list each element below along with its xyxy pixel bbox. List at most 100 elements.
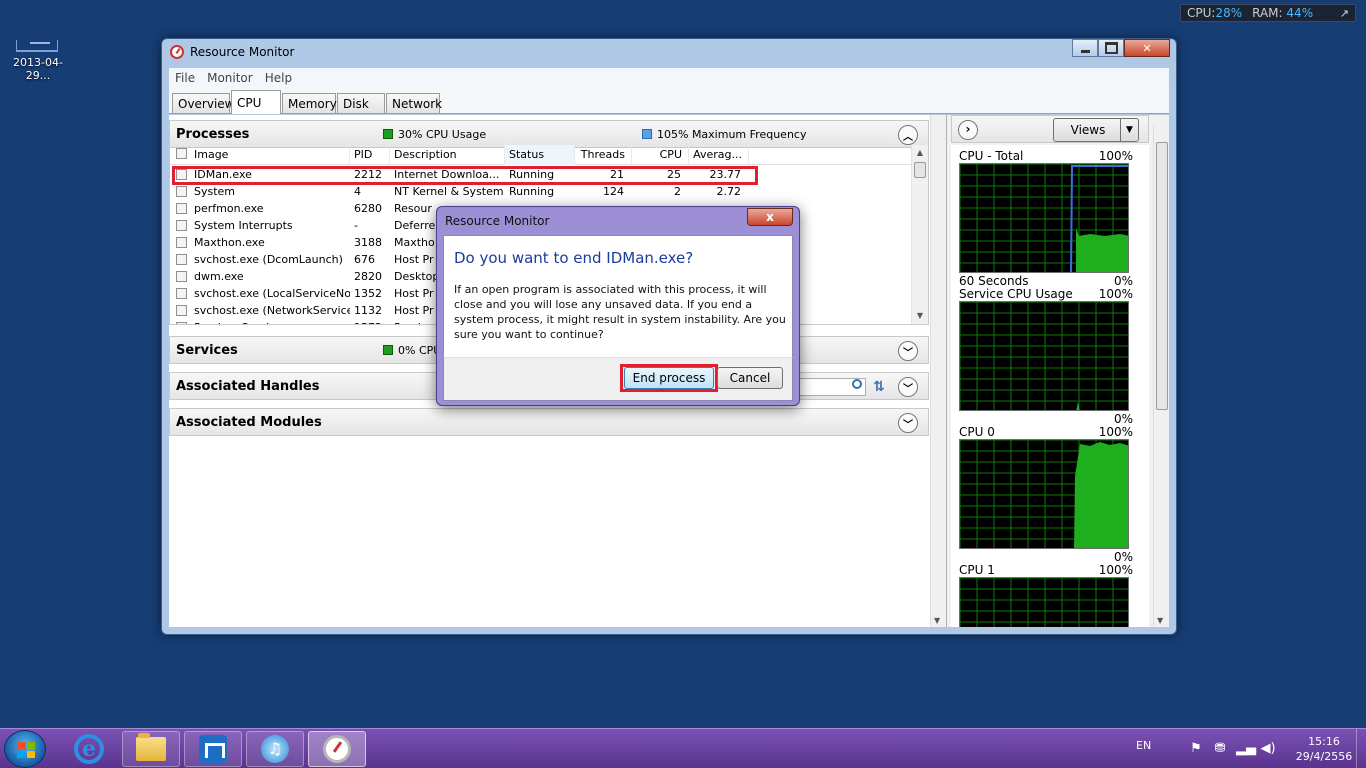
processes-header[interactable]: Processes 30% CPU Usage 105% Maximum Fre…: [169, 120, 929, 148]
tab-disk[interactable]: Disk: [337, 93, 385, 113]
column-average-cpu[interactable]: Averag...: [689, 145, 749, 165]
show-desktop-button[interactable]: [1356, 729, 1366, 768]
graph-max-label: 100%: [1098, 425, 1133, 439]
column-threads[interactable]: Threads: [575, 145, 632, 165]
taskbar-itunes[interactable]: ♫: [246, 731, 304, 767]
column-pid[interactable]: PID: [350, 145, 390, 165]
network-signal-icon[interactable]: ▂▄: [1236, 741, 1256, 757]
scroll-thumb[interactable]: [914, 162, 926, 178]
window-titlebar[interactable]: Resource Monitor ✕: [162, 39, 1176, 65]
row-checkbox[interactable]: [176, 254, 187, 265]
row-checkbox[interactable]: [176, 186, 187, 197]
menu-bar: File Monitor Help: [169, 68, 1169, 88]
row-checkbox[interactable]: [176, 203, 187, 214]
frequency-legend-icon: [642, 128, 652, 139]
row-checkbox[interactable]: [176, 220, 187, 231]
column-image[interactable]: Image: [190, 145, 350, 165]
row-checkbox[interactable]: [176, 271, 187, 282]
clock[interactable]: 15:16 29/4/2556: [1294, 734, 1354, 764]
row-checkbox[interactable]: [176, 322, 187, 324]
tab-bar: Overview CPU Memory Disk Network: [169, 88, 1169, 114]
column-description[interactable]: Description: [390, 145, 505, 165]
start-button[interactable]: [4, 730, 46, 768]
graph-max-label: 100%: [1098, 563, 1133, 577]
tab-overview[interactable]: Overview: [172, 93, 235, 113]
expand-services-button[interactable]: ﹀: [898, 341, 918, 361]
expand-modules-button[interactable]: ﹀: [898, 413, 918, 433]
row-checkbox[interactable]: [176, 288, 187, 299]
collapse-processes-button[interactable]: ︿: [898, 125, 918, 145]
select-all-checkbox[interactable]: [176, 148, 187, 159]
menu-monitor[interactable]: Monitor: [207, 71, 253, 85]
processes-scrollbar[interactable]: ▲ ▼: [911, 145, 928, 324]
scroll-down-icon[interactable]: ▼: [912, 308, 928, 324]
cell-image: svchost.exe (NetworkService): [194, 304, 350, 317]
action-center-flag-icon[interactable]: ⚑: [1188, 741, 1204, 757]
collapse-graph-pane-button[interactable]: ›: [958, 120, 978, 140]
expand-handles-button[interactable]: ﹀: [898, 377, 918, 397]
taskbar-explorer[interactable]: [122, 731, 180, 767]
desktop-file-icon[interactable]: 2013-04-29...: [2, 26, 74, 82]
graph-canvas: [959, 301, 1129, 411]
dialog-message: If an open program is associated with th…: [454, 283, 786, 341]
language-indicator[interactable]: EN: [1136, 739, 1151, 752]
tab-memory[interactable]: Memory: [282, 93, 337, 113]
cell-image: svchost.exe (LocalServiceNo...: [194, 287, 350, 300]
column-status[interactable]: Status: [505, 145, 575, 165]
cell-pid: 3188: [354, 236, 382, 249]
graph-min-label: 0%: [1113, 274, 1133, 288]
graph-title: Service CPU Usage: [959, 287, 1073, 301]
menu-help[interactable]: Help: [265, 71, 292, 85]
cancel-button[interactable]: Cancel: [717, 367, 783, 389]
handles-title: Associated Handles: [176, 378, 320, 394]
cell-pid: 676: [354, 253, 375, 266]
graph-canvas: [959, 163, 1129, 273]
cell-pid: -: [354, 219, 358, 232]
tab-cpu[interactable]: CPU: [231, 90, 281, 114]
end-process-dialog: Resource Monitor x Do you want to end ID…: [436, 206, 800, 406]
clock-time: 15:16: [1308, 735, 1340, 748]
cpu0-plot: [960, 440, 1128, 548]
taskbar-internet-explorer[interactable]: e: [60, 731, 118, 767]
graph-scroll-down-icon[interactable]: ▼: [1157, 616, 1163, 625]
cell-image: System Interrupts: [194, 219, 293, 232]
graph-pane: › Views ▼ CPU - Total 100% 60 Seconds 0%…: [946, 115, 1169, 627]
column-cpu[interactable]: CPU: [632, 145, 689, 165]
graph-scroll-thumb[interactable]: [1156, 142, 1168, 410]
cell-pid: 4: [354, 185, 361, 198]
chevron-down-icon[interactable]: ▼: [1120, 119, 1138, 141]
cell-image: System: [194, 185, 236, 198]
maximize-button[interactable]: [1098, 39, 1124, 57]
left-scroll-down-icon[interactable]: ▼: [934, 616, 940, 625]
row-checkbox[interactable]: [176, 237, 187, 248]
left-pane-scrollbar[interactable]: ▼: [930, 115, 946, 627]
cell-cpu: 2: [674, 185, 681, 198]
dialog-heading: Do you want to end IDMan.exe?: [454, 249, 694, 267]
menu-file[interactable]: File: [175, 71, 195, 85]
table-row[interactable]: System 4 NT Kernel & System Running 124 2 2.72: [170, 183, 911, 200]
refresh-icon[interactable]: ⇅: [870, 378, 888, 396]
search-icon[interactable]: [852, 379, 862, 389]
taskbar-resource-monitor[interactable]: [308, 731, 366, 767]
modules-header[interactable]: Associated Modules ﹀: [169, 408, 929, 436]
cpu-total-plot: [960, 164, 1128, 272]
volume-icon[interactable]: ◀): [1260, 741, 1276, 757]
processes-title: Processes: [176, 126, 250, 142]
modules-title: Associated Modules: [176, 414, 322, 430]
dialog-close-button[interactable]: x: [747, 208, 793, 226]
system-meter-gadget[interactable]: CPU:28% RAM: 44% ↗: [1180, 4, 1356, 22]
tab-network[interactable]: Network: [386, 93, 442, 113]
minimize-button[interactable]: [1072, 39, 1098, 57]
folder-icon: [136, 733, 166, 761]
taskbar-maxthon[interactable]: [184, 731, 242, 767]
graph-timespan-label: 60 Seconds: [959, 274, 1029, 288]
expand-arrow-icon[interactable]: ↗: [1340, 7, 1349, 20]
row-checkbox[interactable]: [176, 305, 187, 316]
close-button[interactable]: ✕: [1124, 39, 1170, 57]
end-process-highlight: [620, 364, 718, 392]
views-dropdown[interactable]: Views ▼: [1053, 118, 1139, 142]
graph-min-label: 0%: [1113, 550, 1133, 564]
scroll-up-icon[interactable]: ▲: [912, 145, 928, 161]
graph-pane-scrollbar[interactable]: ▼: [1153, 125, 1169, 627]
safely-remove-hardware-icon[interactable]: ⛃: [1212, 741, 1228, 757]
